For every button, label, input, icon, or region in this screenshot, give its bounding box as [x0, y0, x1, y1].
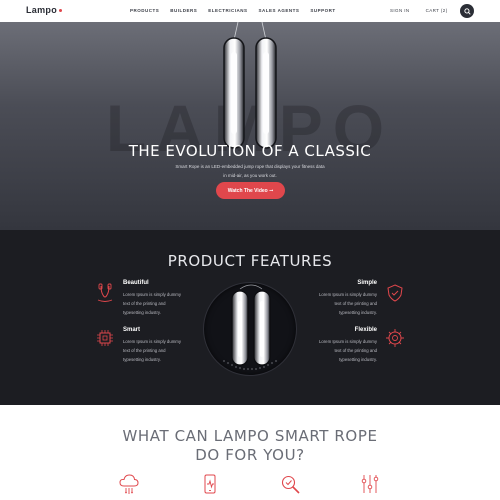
feature-beautiful: Beautiful Lorem Ipsum is simply dummy te…: [123, 280, 213, 317]
feature-description: Lorem Ipsum is simply dummy text of the …: [123, 290, 213, 317]
feature-description-line: typesetting industry.: [123, 357, 161, 362]
what-title: WHAT CAN LAMPO SMART ROPE DO FOR YOU?: [0, 427, 500, 465]
feature-description-line: text of the printing and: [334, 301, 377, 306]
logo[interactable]: Lampo: [26, 5, 63, 15]
jump-rope-icon: [97, 283, 113, 302]
jump-rope-handles-image: [223, 22, 277, 149]
feature-smart: Smart Lorem Ipsum is simply dummy text o…: [123, 327, 213, 364]
product-features-section: PRODUCT FEATURES Beautiful Lorem Ipsum i…: [0, 230, 500, 405]
menu-item-products[interactable]: PRODUCTS: [130, 8, 159, 13]
sign-in-link[interactable]: SIGN IN: [390, 8, 410, 13]
what-title-line: WHAT CAN LAMPO SMART ROPE: [122, 427, 378, 445]
product-circle: [203, 282, 297, 376]
menu-item-support[interactable]: SUPPORT: [310, 8, 335, 13]
feature-description-line: Lorem Ipsum is simply dummy: [318, 292, 377, 297]
feature-description-line: typesetting industry.: [339, 310, 377, 315]
feature-name: Smart: [123, 327, 141, 333]
menu-item-sales-agents[interactable]: SALES AGENTS: [259, 8, 300, 13]
hero-section: LAMPO THE EVOLUTION OF A CLASSIC Smart R…: [0, 22, 500, 230]
logo-text: Lampo: [26, 5, 58, 15]
phone-icon: [204, 474, 216, 494]
feature-description: Lorem Ipsum is simply dummy text of the …: [287, 290, 377, 317]
features-title: PRODUCT FEATURES: [167, 252, 333, 270]
logo-dot: [59, 9, 63, 13]
feature-description-line: Lorem Ipsum is simply dummy: [318, 339, 377, 344]
feature-name: Simple: [357, 280, 377, 286]
watch-video-button[interactable]: Watch The Video ➞: [216, 182, 285, 199]
feature-description-line: typesetting industry.: [123, 310, 161, 315]
jump-rope-handles-image: [223, 284, 277, 370]
feature-name: Beautiful: [123, 280, 149, 286]
cart-link[interactable]: CART (2): [426, 8, 448, 13]
hero-subtitle-line: in mid-air, as you work out.: [223, 173, 277, 178]
menu-item-builders[interactable]: BUILDERS: [170, 8, 197, 13]
flexible-gear-icon: [386, 329, 404, 347]
chip-icon: [97, 330, 113, 346]
feature-description-line: text of the printing and: [123, 301, 166, 306]
top-nav: Lampo PRODUCTS BUILDERS ELECTRICIANS SAL…: [0, 0, 500, 22]
main-menu: PRODUCTS BUILDERS ELECTRICIANS SALES AGE…: [130, 8, 336, 13]
menu-item-electricians[interactable]: ELECTRICIANS: [208, 8, 247, 13]
feature-flexible: Flexible Lorem Ipsum is simply dummy tex…: [287, 327, 377, 364]
cloud-icon: [119, 474, 139, 494]
sliders-icon: [361, 475, 379, 493]
feature-simple: Simple Lorem Ipsum is simply dummy text …: [287, 280, 377, 317]
hero-subtitle: Smart Rope is an LED-embedded jump rope …: [0, 162, 500, 180]
account-links: SIGN IN CART (2): [390, 8, 448, 13]
feature-description-line: text of the printing and: [123, 348, 166, 353]
hero-title: THE EVOLUTION OF A CLASSIC: [128, 142, 372, 160]
search-check-icon: [281, 475, 300, 494]
hero-subtitle-line: Smart Rope is an LED-embedded jump rope …: [175, 164, 325, 169]
feature-description-line: Lorem Ipsum is simply dummy: [123, 339, 182, 344]
search-icon: [463, 7, 471, 15]
feature-description: Lorem Ipsum is simply dummy text of the …: [287, 337, 377, 364]
feature-description-line: Lorem Ipsum is simply dummy: [123, 292, 182, 297]
search-button[interactable]: [460, 4, 474, 18]
feature-description: Lorem Ipsum is simply dummy text of the …: [123, 337, 213, 364]
what-title-line: DO FOR YOU?: [195, 446, 305, 464]
feature-name: Flexible: [354, 327, 377, 333]
shield-check-icon: [387, 284, 403, 302]
what-can-section: WHAT CAN LAMPO SMART ROPE DO FOR YOU?: [0, 405, 500, 500]
feature-description-line: typesetting industry.: [339, 357, 377, 362]
feature-description-line: text of the printing and: [334, 348, 377, 353]
